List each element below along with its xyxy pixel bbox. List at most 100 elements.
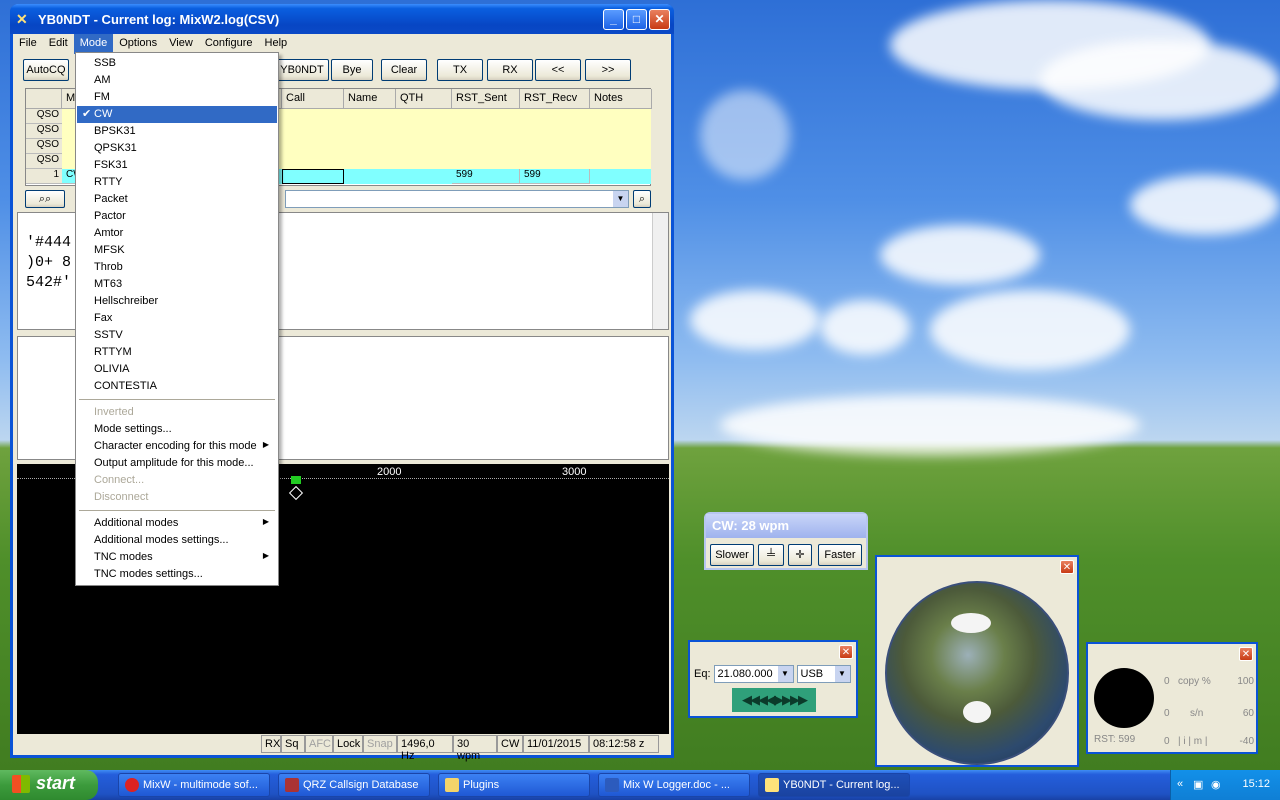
cw-key-icon[interactable]: ╧ bbox=[758, 544, 784, 566]
frequency-combo[interactable]: 21.080.000 ▼ bbox=[713, 665, 794, 683]
task-qrz[interactable]: QRZ Callsign Database bbox=[278, 773, 430, 797]
row-label: 1 bbox=[26, 169, 62, 184]
rx-scrollbar[interactable] bbox=[652, 213, 668, 329]
task-plugins[interactable]: Plugins bbox=[438, 773, 590, 797]
mode-amtor[interactable]: Amtor bbox=[77, 225, 277, 242]
mode-contestia[interactable]: CONTESTIA bbox=[77, 378, 277, 395]
close-icon[interactable]: ✕ bbox=[1239, 647, 1253, 661]
status-sq[interactable]: Sq bbox=[281, 735, 305, 753]
task-mixw-browser[interactable]: MixW - multimode sof... bbox=[118, 773, 270, 797]
menu-configure[interactable]: Configure bbox=[199, 34, 259, 54]
binoculars-icon[interactable]: ⌕⌕ bbox=[25, 190, 65, 208]
menu-view[interactable]: View bbox=[163, 34, 199, 54]
inverted-item[interactable]: Inverted bbox=[77, 404, 277, 421]
current-call-cell[interactable] bbox=[282, 169, 344, 184]
menu-file[interactable]: File bbox=[13, 34, 43, 54]
mode-throb[interactable]: Throb bbox=[77, 259, 277, 276]
mode-settings-item[interactable]: Mode settings... bbox=[77, 421, 277, 438]
chevron-down-icon[interactable]: ▼ bbox=[834, 666, 850, 682]
mode-am[interactable]: AM bbox=[77, 72, 277, 89]
slower-button[interactable]: Slower bbox=[710, 544, 754, 566]
mode-cw[interactable]: ✔ CW bbox=[77, 106, 277, 123]
disconnect-item[interactable]: Disconnect bbox=[77, 489, 277, 506]
mode-fsk31[interactable]: FSK31 bbox=[77, 157, 277, 174]
menu-edit[interactable]: Edit bbox=[43, 34, 74, 54]
col-qth[interactable]: QTH bbox=[396, 89, 452, 109]
additional-modes-item[interactable]: Additional modes ▶ bbox=[77, 515, 277, 532]
menu-options[interactable]: Options bbox=[113, 34, 163, 54]
submenu-arrow-icon: ▶ bbox=[262, 551, 269, 560]
mode-mfsk[interactable]: MFSK bbox=[77, 242, 277, 259]
mode-menu: SSB AM FM ✔ CW BPSK31 QPSK31 FSK31 RTTY … bbox=[75, 52, 279, 586]
world-map-globe[interactable] bbox=[885, 581, 1069, 765]
clock[interactable]: 15:12 bbox=[1242, 778, 1270, 790]
system-tray: « ▣ ◉ 15:12 bbox=[1170, 770, 1280, 800]
callsign-macro-button[interactable]: YB0NDT bbox=[275, 59, 329, 81]
tuning-buttons[interactable]: ◀◀◀◀▶▶▶▶ bbox=[732, 688, 816, 712]
mode-hellschreiber[interactable]: Hellschreiber bbox=[77, 293, 277, 310]
prev-macros-button[interactable]: << bbox=[535, 59, 581, 81]
mode-mt63[interactable]: MT63 bbox=[77, 276, 277, 293]
chevron-down-icon[interactable]: ▼ bbox=[777, 666, 793, 682]
col-notes[interactable]: Notes bbox=[590, 89, 652, 109]
char-encoding-item[interactable]: Character encoding for this mode ▶ bbox=[77, 438, 277, 455]
search-icon[interactable]: ⌕ bbox=[633, 190, 651, 208]
col-call[interactable]: Call bbox=[282, 89, 344, 109]
wifi-icon[interactable]: ◉ bbox=[1211, 778, 1221, 791]
tray-arrow-icon[interactable]: « bbox=[1177, 778, 1183, 790]
rst-sent-cell[interactable]: 599 bbox=[452, 169, 520, 184]
mode-sstv[interactable]: SSTV bbox=[77, 327, 277, 344]
connect-item[interactable]: Connect... bbox=[77, 472, 277, 489]
faster-button[interactable]: Faster bbox=[818, 544, 862, 566]
taskbar: start MixW - multimode sof... QRZ Callsi… bbox=[0, 770, 1280, 800]
mode-rtty[interactable]: RTTY bbox=[77, 174, 277, 191]
cw-speed-title[interactable]: CW: 28 wpm bbox=[706, 514, 866, 538]
chevron-down-icon[interactable]: ▼ bbox=[613, 191, 628, 207]
opera-icon bbox=[125, 778, 139, 792]
status-lock[interactable]: Lock bbox=[333, 735, 363, 753]
mode-fax[interactable]: Fax bbox=[77, 310, 277, 327]
tuning-flag-icon[interactable] bbox=[291, 476, 301, 484]
mode-qpsk31[interactable]: QPSK31 bbox=[77, 140, 277, 157]
tx-button[interactable]: TX bbox=[437, 59, 483, 81]
close-button[interactable]: ✕ bbox=[649, 9, 670, 30]
status-afc[interactable]: AFC bbox=[305, 735, 333, 753]
col-rst-sent[interactable]: RST_Sent bbox=[452, 89, 520, 109]
task-mixw-log[interactable]: YB0NDT - Current log... bbox=[758, 773, 910, 797]
menu-mode[interactable]: Mode bbox=[73, 34, 114, 54]
maximize-button[interactable]: □ bbox=[626, 9, 647, 30]
mode-fm[interactable]: FM bbox=[77, 89, 277, 106]
mode-olivia[interactable]: OLIVIA bbox=[77, 361, 277, 378]
mode-packet[interactable]: Packet bbox=[77, 191, 277, 208]
next-macros-button[interactable]: >> bbox=[585, 59, 631, 81]
col-rst-recv[interactable]: RST_Recv bbox=[520, 89, 590, 109]
start-button[interactable]: start bbox=[0, 770, 98, 800]
col-name[interactable]: Name bbox=[344, 89, 396, 109]
title-bar[interactable]: ✕ YB0NDT - Current log: MixW2.log(CSV) _… bbox=[10, 4, 674, 34]
sideband-combo[interactable]: USB ▼ bbox=[796, 665, 851, 683]
close-icon[interactable]: ✕ bbox=[1060, 560, 1074, 574]
mode-rttym[interactable]: RTTYM bbox=[77, 344, 277, 361]
tnc-modes-item[interactable]: TNC modes ▶ bbox=[77, 549, 277, 566]
status-snap[interactable]: Snap bbox=[363, 735, 397, 753]
close-icon[interactable]: ✕ bbox=[839, 645, 853, 659]
minimize-button[interactable]: _ bbox=[603, 9, 624, 30]
status-rx[interactable]: RX bbox=[261, 735, 281, 753]
additional-modes-settings-item[interactable]: Additional modes settings... bbox=[77, 532, 277, 549]
mode-ssb[interactable]: SSB bbox=[77, 55, 277, 72]
rst-recv-cell[interactable]: 599 bbox=[520, 169, 590, 184]
network-icon[interactable]: ▣ bbox=[1193, 778, 1203, 791]
mode-bpsk31[interactable]: BPSK31 bbox=[77, 123, 277, 140]
autocq-button[interactable]: AutoCQ bbox=[23, 59, 69, 81]
mode-pactor[interactable]: Pactor bbox=[77, 208, 277, 225]
tuning-cursor-icon[interactable] bbox=[288, 485, 304, 501]
lookup-combo[interactable]: ▼ bbox=[285, 190, 629, 208]
output-amplitude-item[interactable]: Output amplitude for this mode... bbox=[77, 455, 277, 472]
menu-help[interactable]: Help bbox=[259, 34, 294, 54]
bye-button[interactable]: Bye bbox=[331, 59, 373, 81]
rx-button[interactable]: RX bbox=[487, 59, 533, 81]
task-logger-doc[interactable]: Mix W Logger.doc - ... bbox=[598, 773, 750, 797]
move-icon[interactable]: ✛ bbox=[788, 544, 812, 566]
tnc-modes-settings-item[interactable]: TNC modes settings... bbox=[77, 566, 277, 583]
clear-button[interactable]: Clear bbox=[381, 59, 427, 81]
